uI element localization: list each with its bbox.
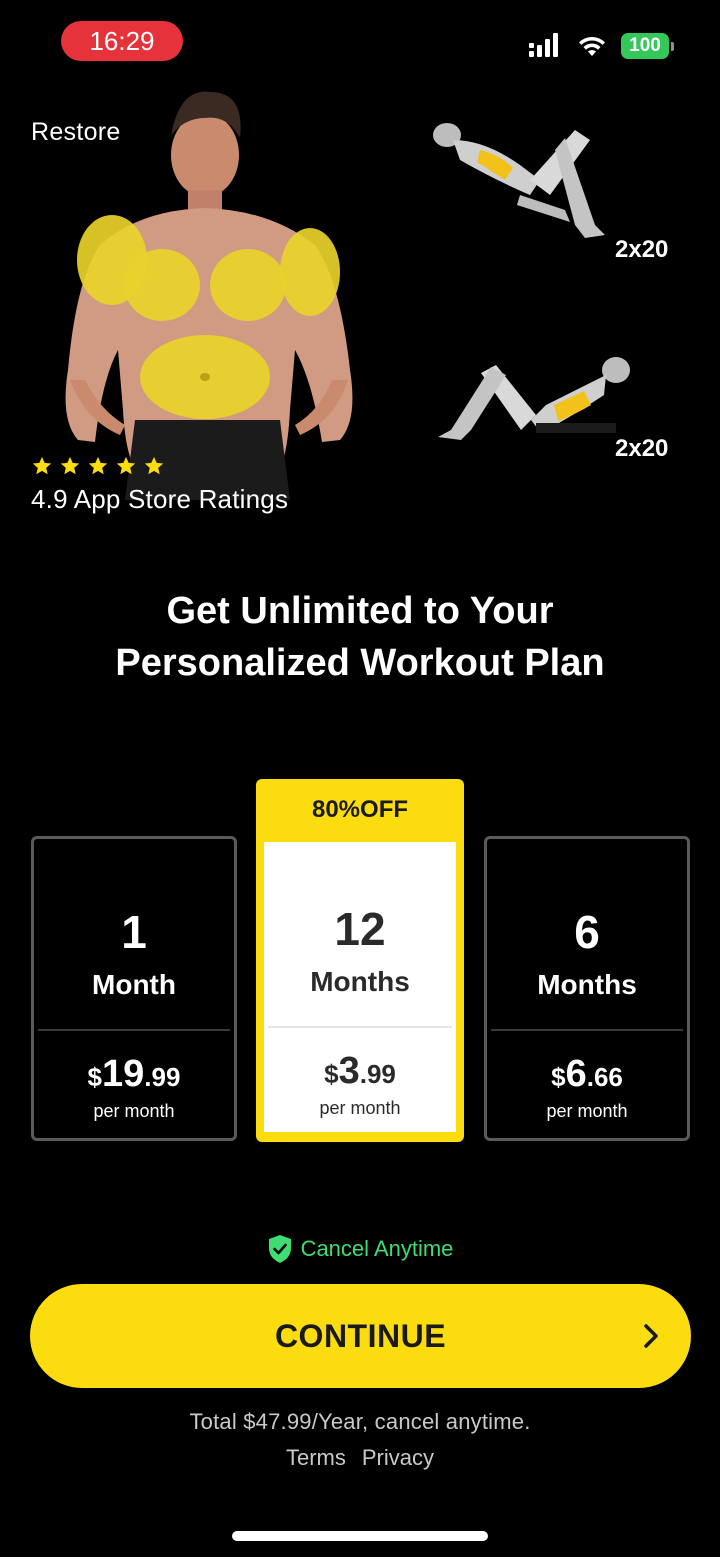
plan-duration-number: 12: [334, 903, 386, 955]
wifi-icon: [579, 36, 605, 56]
discount-badge: 80%OFF: [311, 796, 409, 823]
plan-duration-unit: Month: [92, 969, 176, 1000]
star-icon: [88, 456, 108, 475]
plan-duration-number: 1: [121, 906, 147, 958]
battery-icon: 100: [621, 33, 674, 59]
signal-icon: [529, 33, 558, 57]
crunch-exercise-image: [433, 123, 605, 238]
legal-links: Terms Privacy: [0, 1445, 720, 1471]
plan-price: $3.99: [324, 1050, 396, 1092]
plan-divider: [268, 1026, 452, 1028]
star-icon: [116, 456, 136, 475]
plan-price: $19.99: [87, 1053, 181, 1095]
exercise-reps: 2x20: [615, 236, 669, 263]
plan-divider: [491, 1029, 683, 1031]
leg-raise-exercise-image: [438, 357, 630, 440]
continue-button-label: CONTINUE: [274, 1317, 447, 1354]
rating-text: 4.9 App Store Ratings: [31, 484, 289, 514]
plan-card-1-month[interactable]: 1 Month $19.99 per month: [31, 836, 237, 1141]
star-icon: [60, 456, 80, 475]
total-price-text: Total $47.99/Year, cancel anytime.: [189, 1409, 531, 1434]
page-headline: Get Unlimited to Your Personalized Worko…: [0, 585, 720, 689]
plan-divider: [38, 1029, 230, 1031]
continue-button[interactable]: CONTINUE: [30, 1284, 691, 1388]
plan-card-12-months[interactable]: 80%OFF 12 Months $3.99 per month: [256, 779, 464, 1142]
terms-link[interactable]: Terms: [286, 1445, 346, 1471]
plan-price-period: per month: [546, 1101, 628, 1121]
privacy-link[interactable]: Privacy: [362, 1445, 434, 1471]
plan-card-6-months[interactable]: 6 Months $6.66 per month: [484, 836, 690, 1141]
star-icon: [32, 456, 52, 475]
shield-check-icon: [268, 1235, 291, 1263]
plan-duration-unit: Months: [537, 969, 637, 1000]
cancel-anytime-label: Cancel Anytime: [300, 1236, 454, 1261]
chevron-right-icon: [644, 1324, 658, 1348]
headline-line-1: Get Unlimited to Your: [166, 590, 554, 632]
exercise-reps: 2x20: [615, 435, 669, 462]
battery-level: 100: [621, 33, 669, 59]
home-indicator[interactable]: [232, 1531, 488, 1541]
plan-price: $6.66: [551, 1053, 623, 1095]
plan-price-period: per month: [93, 1101, 175, 1121]
rating-stars: [31, 455, 165, 477]
headline-line-2: Personalized Workout Plan: [115, 642, 605, 684]
status-icons: 100: [527, 32, 674, 60]
star-icon: [144, 456, 164, 475]
plan-duration-unit: Months: [310, 966, 410, 997]
plan-card-body: 12 Months $3.99 per month: [264, 842, 456, 1132]
status-time: 16:29: [61, 21, 183, 61]
plan-price-period: per month: [319, 1098, 401, 1118]
cancel-anytime-note: Cancel Anytime: [0, 1234, 720, 1264]
plan-duration-number: 6: [574, 906, 600, 958]
body-fat-figure-image: [65, 91, 353, 500]
